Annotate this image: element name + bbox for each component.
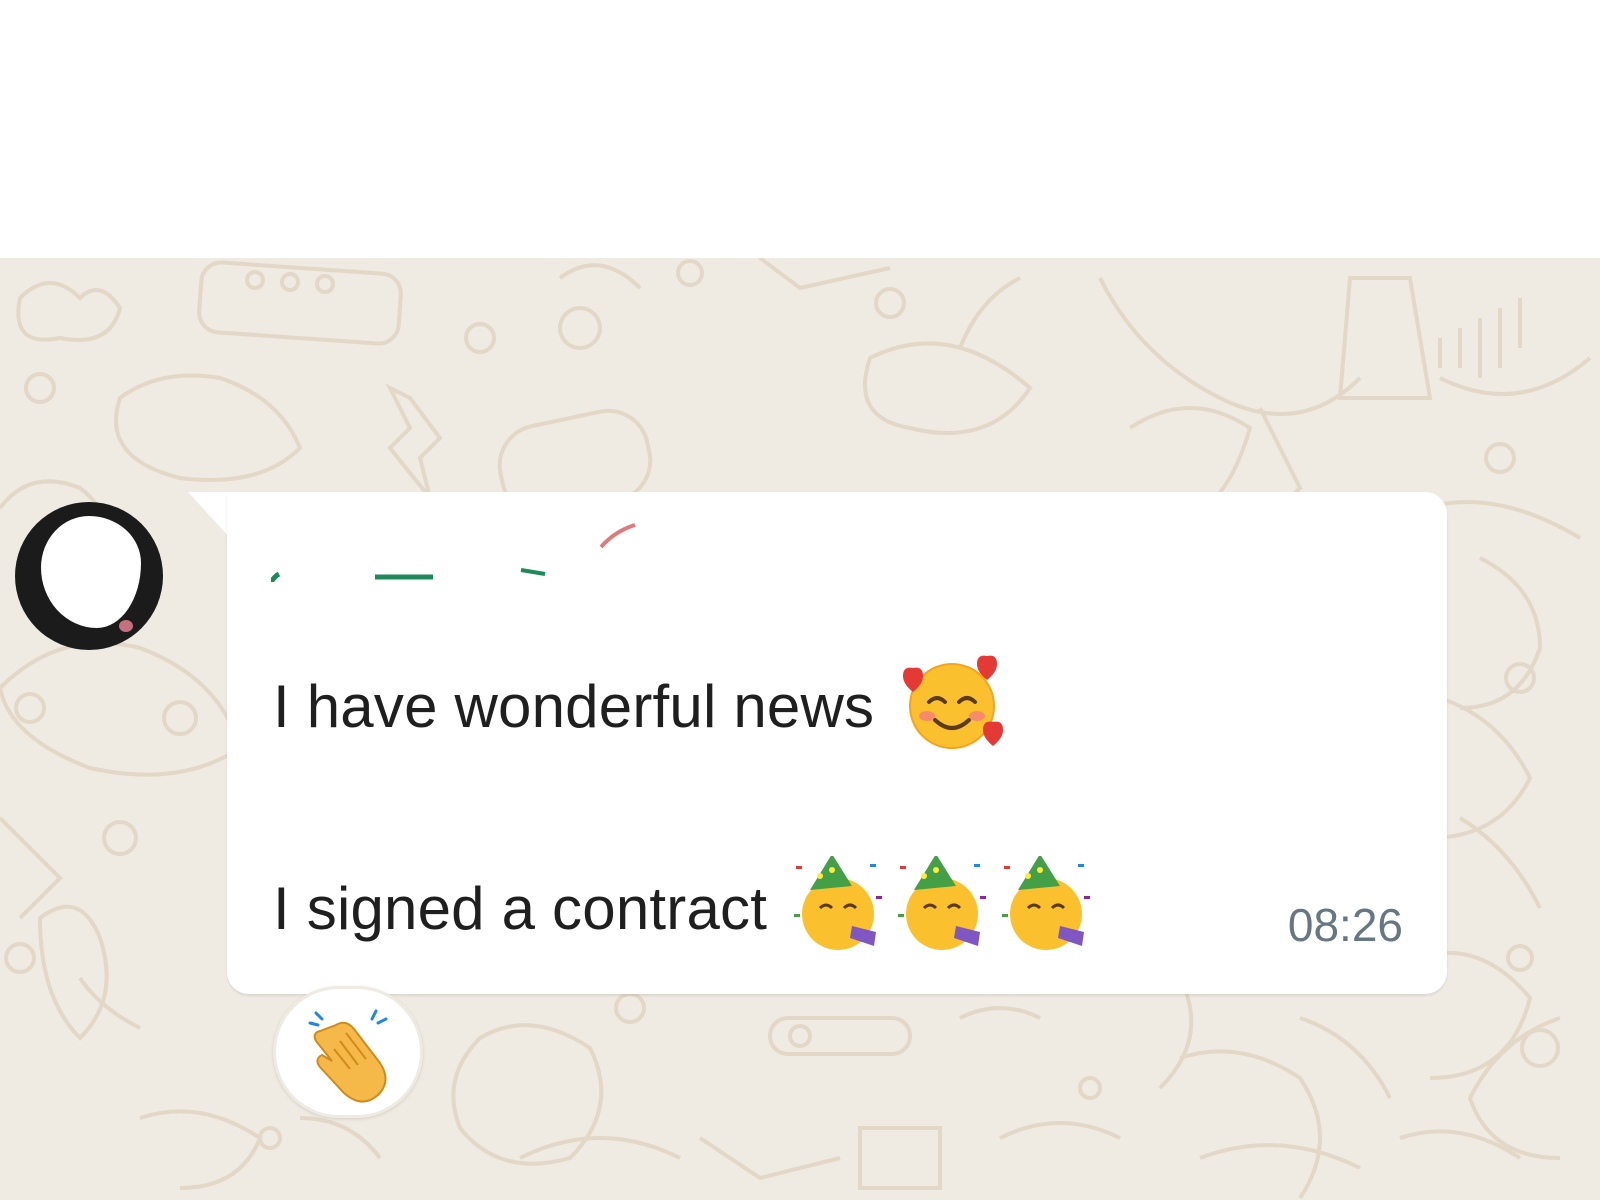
clapping-hands-icon bbox=[308, 1009, 388, 1103]
partying-face-icon bbox=[896, 854, 992, 970]
message-line-1: I have wonderful news bbox=[273, 654, 1005, 768]
message-line-2: I signed a contract bbox=[273, 854, 1096, 970]
message-bubble[interactable]: I have wonderful news I signed a contrac… bbox=[227, 492, 1447, 994]
message-text-2: I signed a contract bbox=[273, 874, 768, 942]
partying-face-icon bbox=[792, 854, 888, 970]
message-text-1: I have wonderful news bbox=[273, 672, 875, 740]
smiling-face-with-hearts-icon bbox=[899, 654, 1005, 768]
avatar-redaction bbox=[41, 516, 141, 628]
message-timestamp: 08:26 bbox=[1287, 899, 1403, 951]
bubble-tail bbox=[188, 492, 232, 540]
redacted-sender-name bbox=[271, 523, 636, 582]
avatar-detail bbox=[119, 620, 133, 632]
blank-top-area bbox=[0, 0, 1600, 258]
partying-face-icon bbox=[1000, 854, 1096, 970]
sender-avatar[interactable] bbox=[15, 502, 163, 650]
reaction-pill[interactable] bbox=[273, 986, 423, 1118]
